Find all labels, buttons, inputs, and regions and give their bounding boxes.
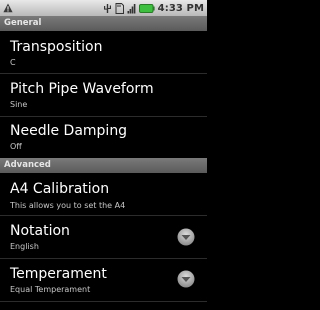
pref-a4-calibration[interactable]: A4 Calibration This allows you to set th… bbox=[0, 173, 207, 215]
divider bbox=[0, 301, 207, 302]
pref-summary: C bbox=[10, 58, 16, 67]
pref-summary: This allows you to set the A4 bbox=[10, 201, 126, 210]
signal-icon bbox=[127, 3, 136, 13]
pref-summary: Equal Temperament bbox=[10, 285, 91, 294]
pref-pitch-pipe-waveform[interactable]: Pitch Pipe Waveform Sine bbox=[0, 74, 207, 116]
warning-icon bbox=[3, 3, 13, 13]
pref-title: Notation bbox=[10, 223, 70, 239]
sd-card-icon bbox=[115, 2, 124, 14]
pref-notation[interactable]: Notation English bbox=[0, 216, 207, 258]
chevron-down-icon[interactable] bbox=[177, 270, 195, 288]
usb-icon bbox=[103, 3, 111, 13]
status-time: 4:33 PM bbox=[157, 2, 204, 14]
pref-summary: Sine bbox=[10, 100, 28, 109]
battery-icon bbox=[138, 3, 155, 13]
pref-title: Temperament bbox=[10, 266, 107, 282]
pref-title: Needle Damping bbox=[10, 123, 128, 139]
chevron-down-icon[interactable] bbox=[177, 228, 195, 246]
status-bar: 4:33 PM bbox=[0, 0, 207, 16]
category-general: General bbox=[0, 16, 207, 31]
pref-temperament[interactable]: Temperament Equal Temperament bbox=[0, 259, 207, 301]
pref-transposition[interactable]: Transposition C bbox=[0, 31, 207, 73]
pref-summary: Off bbox=[10, 142, 22, 151]
pref-title: Transposition bbox=[10, 39, 103, 55]
pref-title: Pitch Pipe Waveform bbox=[10, 81, 154, 97]
pref-needle-damping[interactable]: Needle Damping Off bbox=[0, 117, 207, 158]
category-advanced: Advanced bbox=[0, 158, 207, 173]
pref-summary: English bbox=[10, 242, 39, 251]
pref-title: A4 Calibration bbox=[10, 181, 110, 197]
